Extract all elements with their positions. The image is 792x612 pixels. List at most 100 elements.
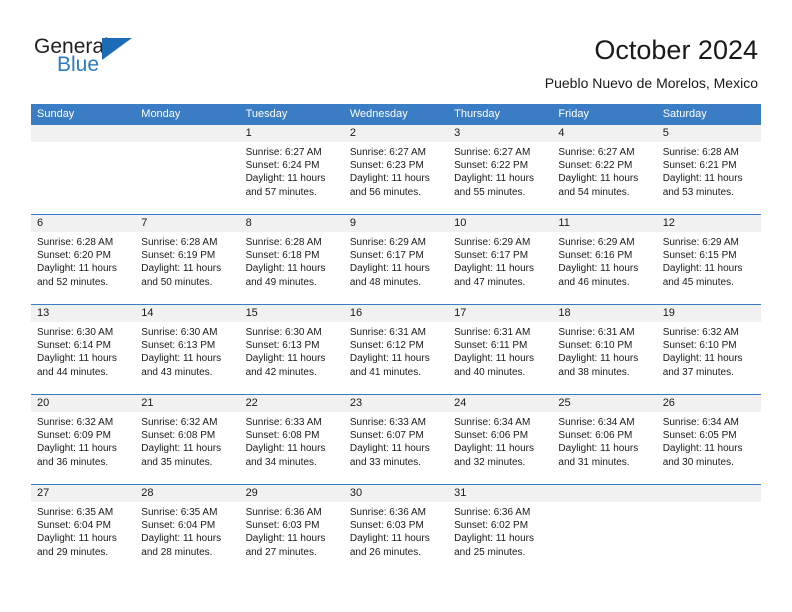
day-detail-line: Daylight: 11 hours (454, 353, 534, 365)
day-detail-line: Sunrise: 6:30 AM (141, 327, 218, 338)
day-cell[interactable]: 28 Sunrise: 6:35 AM Sunset: 6:04 PM Dayligh… (135, 485, 240, 574)
day-cell[interactable]: 15 Sunrise: 6:30 AM Sunset: 6:13 PM Dayligh… (239, 305, 344, 394)
day-cell[interactable]: 12 Sunrise: 6:29 AM Sunset: 6:15 PM Dayligh… (656, 215, 761, 304)
day-detail-line: Sunrise: 6:29 AM (454, 237, 531, 248)
day-detail-line: and 35 minutes. (141, 456, 213, 468)
day-detail-line: and 25 minutes. (454, 546, 526, 558)
day-cell[interactable]: 8 Sunrise: 6:28 AM Sunset: 6:18 PM Daylight… (239, 215, 344, 304)
day-details: Sunrise: 6:36 AM Sunset: 6:03 PM Daylight:… (240, 502, 344, 559)
day-details: Sunrise: 6:36 AM Sunset: 6:03 PM Daylight:… (344, 502, 448, 559)
calendar-week-row: 1 Sunrise: 6:27 AM Sunset: 6:24 PM Daylight… (31, 125, 761, 214)
day-detail-line: Daylight: 11 hours (349, 443, 430, 455)
day-cell[interactable]: 7 Sunrise: 6:28 AM Sunset: 6:19 PM Daylight… (135, 215, 240, 304)
day-number: 24 (448, 395, 553, 412)
day-detail-line: and 56 minutes. (349, 186, 422, 198)
day-number (656, 485, 761, 502)
day-detail-line: and 34 minutes. (245, 456, 317, 468)
day-cell[interactable]: 13 Sunrise: 6:30 AM Sunset: 6:14 PM Dayligh… (31, 305, 136, 394)
day-cell[interactable]: 18 Sunrise: 6:31 AM Sunset: 6:10 PM Dayligh… (552, 305, 657, 394)
day-details: Sunrise: 6:27 AM Sunset: 6:22 PM Daylight:… (552, 142, 656, 199)
day-detail-line: Sunset: 6:23 PM (349, 160, 424, 172)
day-number: 10 (448, 215, 553, 232)
day-detail-line: Sunset: 6:09 PM (37, 430, 111, 442)
day-number: 29 (239, 485, 344, 502)
day-cell[interactable]: 25 Sunrise: 6:34 AM Sunset: 6:06 PM Dayligh… (552, 395, 657, 484)
day-detail-line: Sunset: 6:06 PM (558, 430, 633, 442)
day-detail-line: Daylight: 11 hours (349, 533, 430, 545)
day-cell[interactable]: 3 Sunrise: 6:27 AM Sunset: 6:22 PM Daylight… (448, 125, 553, 214)
calendar-week-row: 6 Sunrise: 6:28 AM Sunset: 6:20 PM Daylight… (31, 214, 761, 304)
day-number: 22 (239, 395, 344, 412)
day-detail-line: Daylight: 11 hours (245, 263, 326, 275)
day-cell[interactable]: 5 Sunrise: 6:28 AM Sunset: 6:21 PM Daylight… (656, 125, 761, 214)
day-number: 7 (135, 215, 240, 232)
day-cell[interactable]: 29 Sunrise: 6:36 AM Sunset: 6:03 PM Dayligh… (239, 485, 344, 574)
day-cell-empty (135, 125, 240, 214)
day-cell[interactable]: 20 Sunrise: 6:32 AM Sunset: 6:09 PM Dayligh… (31, 395, 136, 484)
calendar-week-row: 13 Sunrise: 6:30 AM Sunset: 6:14 PM Dayligh… (31, 304, 761, 394)
day-cell[interactable]: 10 Sunrise: 6:29 AM Sunset: 6:17 PM Dayligh… (448, 215, 553, 304)
day-cell[interactable]: 27 Sunrise: 6:35 AM Sunset: 6:04 PM Dayligh… (31, 485, 136, 574)
day-detail-line: Daylight: 11 hours (37, 263, 117, 275)
day-cell[interactable]: 17 Sunrise: 6:31 AM Sunset: 6:11 PM Dayligh… (448, 305, 553, 394)
day-number: 31 (448, 485, 553, 502)
day-cell[interactable]: 31 Sunrise: 6:36 AM Sunset: 6:02 PM Dayligh… (448, 485, 553, 574)
day-detail-line: Sunset: 6:11 PM (454, 340, 528, 352)
day-cell[interactable]: 30 Sunrise: 6:36 AM Sunset: 6:03 PM Dayligh… (343, 485, 449, 574)
day-details: Sunrise: 6:31 AM Sunset: 6:12 PM Daylight:… (344, 322, 448, 379)
day-detail-line: Sunrise: 6:32 AM (662, 327, 739, 338)
day-detail-line: and 43 minutes. (141, 366, 213, 378)
day-number: 21 (135, 395, 240, 412)
calendar-weeks: 1 Sunrise: 6:27 AM Sunset: 6:24 PM Daylight… (31, 125, 761, 574)
day-detail-line: and 44 minutes. (37, 366, 109, 378)
day-cell[interactable]: 19 Sunrise: 6:32 AM Sunset: 6:10 PM Dayligh… (656, 305, 761, 394)
day-detail-line: Sunrise: 6:28 AM (37, 237, 114, 248)
day-detail-line: and 26 minutes. (349, 546, 422, 558)
day-cell[interactable]: 14 Sunrise: 6:30 AM Sunset: 6:13 PM Dayligh… (135, 305, 240, 394)
day-cell-empty (31, 125, 136, 214)
day-cell[interactable]: 24 Sunrise: 6:34 AM Sunset: 6:06 PM Dayligh… (448, 395, 553, 484)
day-detail-line: and 45 minutes. (662, 276, 734, 288)
day-cell[interactable]: 1 Sunrise: 6:27 AM Sunset: 6:24 PM Daylight… (239, 125, 344, 214)
day-cell[interactable]: 4 Sunrise: 6:27 AM Sunset: 6:22 PM Daylight… (552, 125, 657, 214)
page-header: General Blue October 2024 Pueblo Nuevo d… (0, 0, 792, 100)
day-detail-line: Daylight: 11 hours (662, 443, 743, 455)
day-details: Sunrise: 6:29 AM Sunset: 6:15 PM Daylight:… (657, 232, 761, 289)
day-cell[interactable]: 11 Sunrise: 6:29 AM Sunset: 6:16 PM Dayligh… (552, 215, 657, 304)
day-cell[interactable]: 21 Sunrise: 6:32 AM Sunset: 6:08 PM Dayligh… (135, 395, 240, 484)
day-detail-line: Sunrise: 6:35 AM (141, 507, 218, 518)
day-detail-line: Daylight: 11 hours (349, 353, 430, 365)
day-details (135, 142, 239, 146)
day-detail-line: Daylight: 11 hours (454, 533, 534, 545)
day-number: 13 (31, 305, 136, 322)
day-detail-line: Sunset: 6:10 PM (558, 340, 633, 352)
day-cell[interactable]: 23 Sunrise: 6:33 AM Sunset: 6:07 PM Dayligh… (343, 395, 449, 484)
day-detail-line: Sunrise: 6:27 AM (454, 147, 531, 158)
day-cell-empty (552, 485, 657, 574)
day-detail-line: Sunrise: 6:33 AM (349, 417, 426, 428)
day-cell[interactable]: 9 Sunrise: 6:29 AM Sunset: 6:17 PM Daylight… (343, 215, 449, 304)
day-details: Sunrise: 6:32 AM Sunset: 6:09 PM Daylight:… (31, 412, 135, 469)
day-details: Sunrise: 6:29 AM Sunset: 6:17 PM Daylight:… (344, 232, 448, 289)
day-details: Sunrise: 6:30 AM Sunset: 6:14 PM Daylight:… (31, 322, 135, 379)
day-cell[interactable]: 26 Sunrise: 6:34 AM Sunset: 6:05 PM Dayligh… (656, 395, 761, 484)
day-detail-line: Sunset: 6:13 PM (141, 340, 216, 352)
day-detail-line: Sunrise: 6:28 AM (245, 237, 322, 248)
day-cell[interactable]: 16 Sunrise: 6:31 AM Sunset: 6:12 PM Dayligh… (343, 305, 449, 394)
day-detail-line: Sunset: 6:21 PM (662, 160, 737, 172)
day-number: 17 (448, 305, 553, 322)
day-details: Sunrise: 6:28 AM Sunset: 6:21 PM Daylight:… (657, 142, 761, 199)
day-cell[interactable]: 6 Sunrise: 6:28 AM Sunset: 6:20 PM Daylight… (31, 215, 136, 304)
day-cell[interactable]: 2 Sunrise: 6:27 AM Sunset: 6:23 PM Daylight… (343, 125, 449, 214)
day-detail-line: and 48 minutes. (349, 276, 422, 288)
day-cell[interactable]: 22 Sunrise: 6:33 AM Sunset: 6:08 PM Dayligh… (239, 395, 344, 484)
day-number: 18 (552, 305, 657, 322)
day-detail-line: Sunset: 6:22 PM (558, 160, 633, 172)
day-details: Sunrise: 6:34 AM Sunset: 6:05 PM Daylight:… (657, 412, 761, 469)
day-detail-line: Daylight: 11 hours (558, 263, 639, 275)
day-details: Sunrise: 6:32 AM Sunset: 6:08 PM Daylight:… (135, 412, 239, 469)
calendar-week-row: 20 Sunrise: 6:32 AM Sunset: 6:09 PM Dayligh… (31, 394, 761, 484)
general-blue-logo: General Blue (34, 36, 164, 82)
day-detail-line: and 41 minutes. (349, 366, 422, 378)
day-detail-line: and 31 minutes. (558, 456, 630, 468)
